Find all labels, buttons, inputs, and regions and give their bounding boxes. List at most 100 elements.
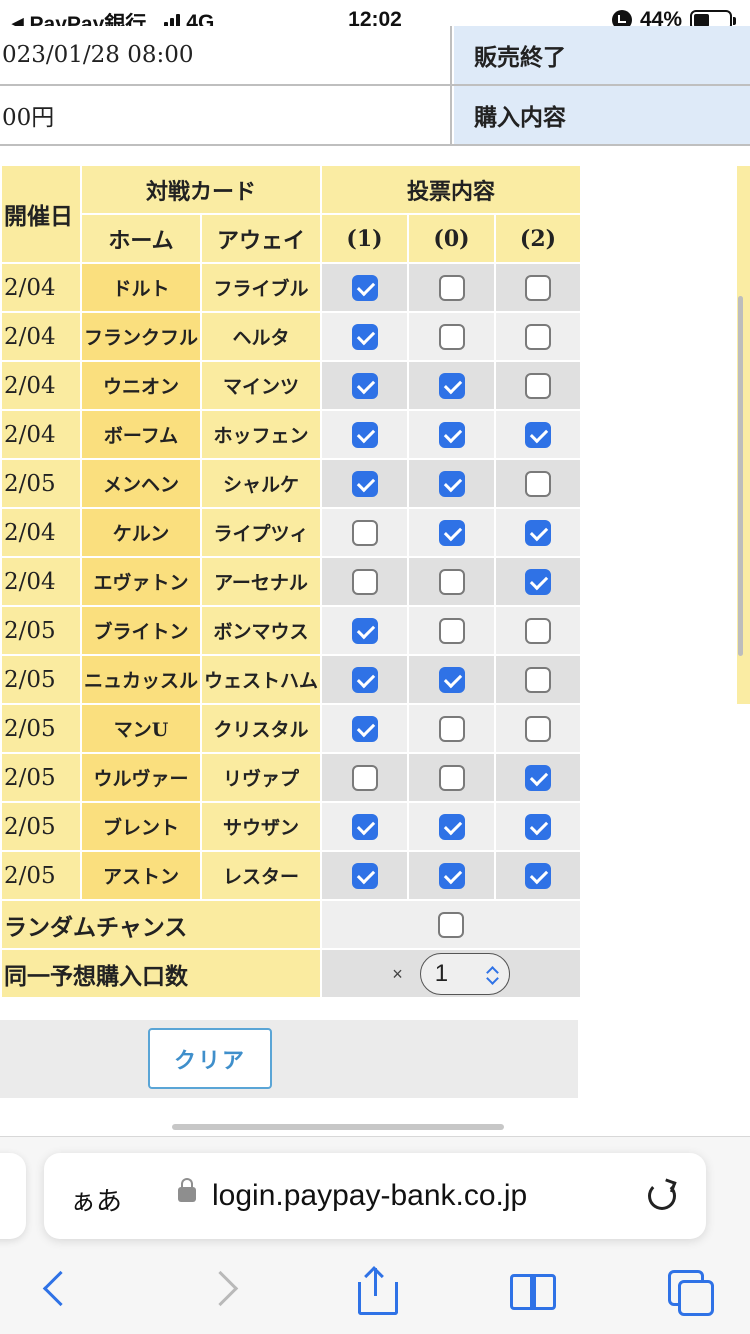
home-team: メンヘン [80,458,202,509]
pick-checkbox-0[interactable] [438,274,465,301]
scrollbar-thumb[interactable] [738,296,743,656]
pick-checkbox-0[interactable] [438,715,465,742]
forward-icon[interactable] [204,1268,248,1312]
purchase-content-row: 00円 購入内容 [0,86,750,146]
match-row: 2/04 ドルト フライブル [0,262,582,313]
pick-checkbox-0[interactable] [438,372,465,399]
pick-cell-2 [494,311,582,362]
pick-checkbox-2[interactable] [525,764,551,791]
pick-checkbox-2[interactable] [525,519,551,546]
pick-cell-0 [407,556,496,607]
away-team: ウェストハム [200,654,322,705]
pick-checkbox-0[interactable] [438,764,465,791]
clear-button[interactable]: クリア [148,1028,272,1089]
pick-checkbox-1[interactable] [351,862,378,889]
pick-checkbox-1[interactable] [351,813,378,840]
pick-checkbox-0[interactable] [438,617,465,644]
pick-cell-2 [494,801,582,852]
header-home: ホーム [80,213,202,264]
pick-checkbox-1[interactable] [351,715,378,742]
match-row: 2/05 ウルヴァー リヴァプ [0,752,582,803]
previous-tab-edge[interactable] [0,1153,26,1239]
pick-checkbox-1[interactable] [351,274,378,301]
pick-checkbox-1[interactable] [351,568,378,595]
match-row: 2/04 ケルン ライプツィ [0,507,582,558]
pick-checkbox-2[interactable] [525,421,551,448]
pick-checkbox-2[interactable] [525,568,551,595]
pick-cell-0 [407,458,496,509]
header-option-2: (2) [494,213,582,264]
quantity-stepper[interactable]: 1 [419,952,510,995]
pick-checkbox-2[interactable] [525,813,551,840]
header-option-1: (1) [320,213,409,264]
pick-checkbox-1[interactable] [351,519,378,546]
pick-checkbox-2[interactable] [525,323,551,350]
pick-checkbox-0[interactable] [438,323,465,350]
pick-checkbox-0[interactable] [438,519,465,546]
pick-checkbox-1[interactable] [351,372,378,399]
pick-checkbox-2[interactable] [525,470,551,497]
reload-icon[interactable] [648,1182,676,1210]
match-row: 2/05 ブレント サウザン [0,801,582,852]
pick-cell-0 [407,507,496,558]
clear-bar: クリア [0,1020,578,1098]
pick-cell-1 [320,262,409,313]
same-purchase-label: 同一予想購入口数 [0,948,322,999]
pick-checkbox-0[interactable] [438,862,465,889]
random-chance-label: ランダムチャンス [0,899,322,950]
pick-checkbox-0[interactable] [438,470,465,497]
pick-checkbox-2[interactable] [525,617,551,644]
random-chance-cell [320,899,582,950]
sale-end-value: 023/01/28 08:00 [0,26,452,84]
pick-cell-2 [494,605,582,656]
match-date: 2/04 [0,507,82,558]
pick-cell-0 [407,311,496,362]
match-date: 2/05 [0,752,82,803]
sale-end-label: 販売終了 [454,26,750,84]
pick-checkbox-2[interactable] [525,715,551,742]
pick-checkbox-0[interactable] [438,813,465,840]
home-team: ウルヴァー [80,752,202,803]
pick-checkbox-1[interactable] [351,617,378,644]
pick-cell-0 [407,262,496,313]
home-team: フランクフル [80,311,202,362]
random-chance-checkbox[interactable] [438,911,464,938]
share-icon[interactable] [354,1266,398,1315]
home-team: ウニオン [80,360,202,411]
pick-cell-1 [320,409,409,460]
pick-checkbox-0[interactable] [438,421,465,448]
pick-checkbox-1[interactable] [351,421,378,448]
pick-checkbox-0[interactable] [438,568,465,595]
pick-checkbox-2[interactable] [525,274,551,301]
pick-checkbox-2[interactable] [525,666,551,693]
page-settings-button[interactable]: ぁあ [70,1181,122,1218]
away-team: ヘルタ [200,311,322,362]
pick-cell-2 [494,507,582,558]
url-text[interactable]: login.paypay-bank.co.jp [212,1179,527,1213]
bookmarks-icon[interactable] [510,1268,556,1312]
tab-bar-handle[interactable] [172,1124,504,1130]
address-bar[interactable]: ぁあ login.paypay-bank.co.jp [44,1153,706,1239]
sale-end-row: 023/01/28 08:00 販売終了 [0,26,750,86]
away-team: サウザン [200,801,322,852]
back-icon[interactable] [36,1268,80,1312]
pick-cell-2 [494,752,582,803]
pick-cell-1 [320,752,409,803]
pick-checkbox-1[interactable] [351,323,378,350]
pick-checkbox-2[interactable] [525,372,551,399]
pick-cell-1 [320,360,409,411]
pick-checkbox-1[interactable] [351,764,378,791]
away-team: リヴァプ [200,752,322,803]
pick-checkbox-2[interactable] [525,862,551,889]
home-team: マンU [80,703,202,754]
pick-checkbox-1[interactable] [351,666,378,693]
match-row: 2/05 メンヘン シャルケ [0,458,582,509]
match-row: 2/05 マンU クリスタル [0,703,582,754]
pick-checkbox-0[interactable] [438,666,465,693]
pick-cell-1 [320,605,409,656]
pick-cell-2 [494,850,582,901]
tabs-icon[interactable] [668,1268,714,1316]
match-row: 2/04 エヴァトン アーセナル [0,556,582,607]
header-match-card: 対戦カード [80,164,322,215]
pick-checkbox-1[interactable] [351,470,378,497]
